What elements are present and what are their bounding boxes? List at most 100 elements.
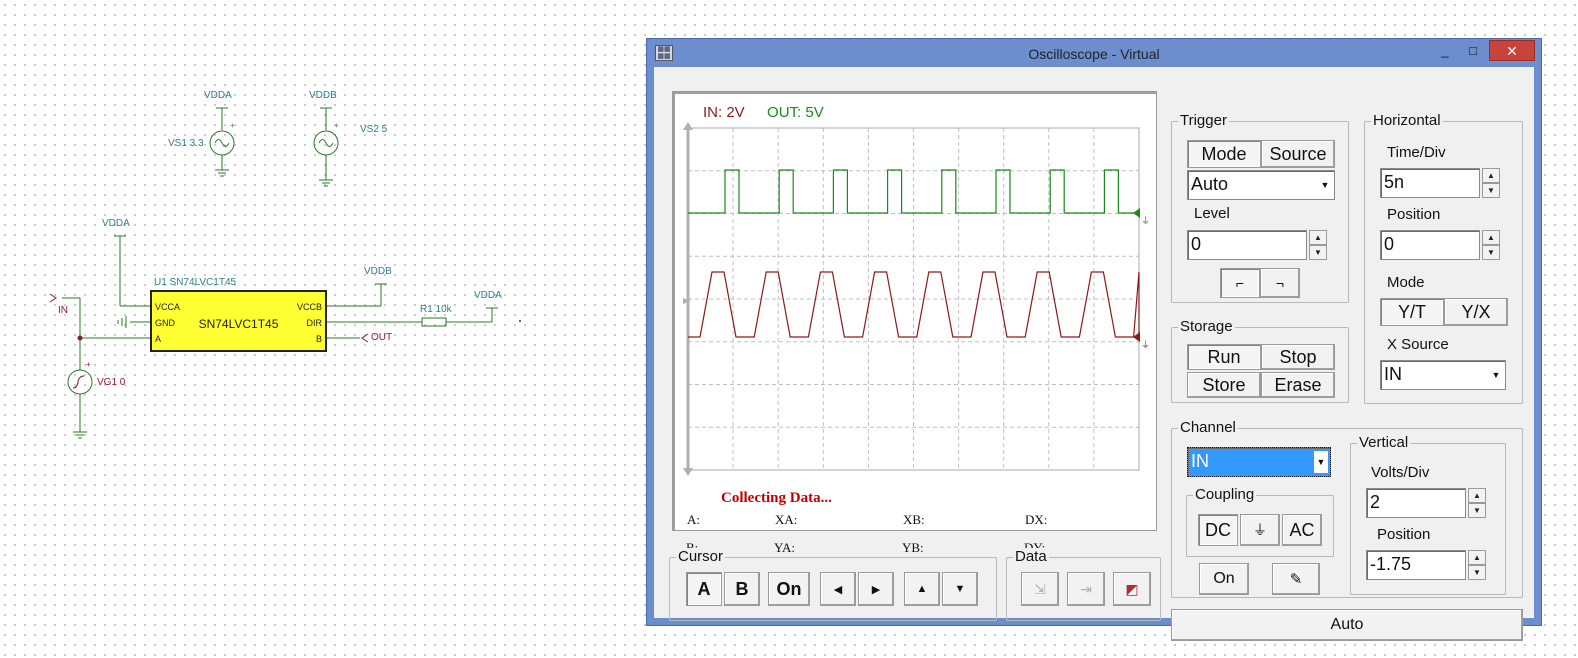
probe-button[interactable]: ✎: [1272, 563, 1320, 595]
close-button[interactable]: ✕: [1489, 40, 1535, 61]
channel-group: Channel IN ▼ Coupling DC ⏚ AC On ✎ Verti…: [1171, 419, 1523, 598]
volts-div-input[interactable]: 2: [1366, 488, 1466, 518]
scope-display[interactable]: IN: 2V OUT: 5V ⏚ ⏚ Collecting Data... A:…: [672, 91, 1157, 531]
v-position-input[interactable]: -1.75: [1366, 550, 1466, 580]
maximize-button[interactable]: □: [1463, 41, 1483, 61]
cursor-up-button[interactable]: ▲: [904, 572, 940, 606]
title-bar[interactable]: ▦▦ ▦▦ Oscilloscope - Virtual _ □ ✕: [647, 39, 1541, 67]
readout-dx: DX:: [1025, 512, 1048, 527]
storage-stop-button[interactable]: Stop: [1261, 344, 1335, 370]
scope-plot: ⏚ ⏚: [683, 122, 1150, 476]
h-mode-label: Mode: [1387, 274, 1425, 291]
v-position-label: Position: [1377, 526, 1431, 543]
storage-store-button[interactable]: Store: [1187, 372, 1261, 398]
cursor-left-button[interactable]: ◀: [820, 572, 856, 606]
trigger-mode-button[interactable]: Mode: [1187, 140, 1261, 168]
vs1-label: VS1 3.3: [168, 138, 204, 149]
xsource-select[interactable]: IN ▼: [1380, 360, 1506, 390]
xsource-value: IN: [1384, 364, 1402, 384]
data-plot-button[interactable]: ◩: [1113, 572, 1151, 606]
volts-div-label: Volts/Div: [1371, 464, 1430, 481]
mode-yx-button[interactable]: Y/X: [1444, 298, 1508, 326]
readout-a: A:: [687, 512, 700, 527]
arrow-down-bar-icon: ▼: [954, 583, 966, 595]
trigger-group: Trigger Mode Source Auto ▼ Level 0 ▲ ▼ ⌐…: [1171, 112, 1349, 303]
cursor-a-button[interactable]: A: [686, 572, 722, 606]
coupling-group: Coupling DC ⏚ AC: [1186, 486, 1334, 557]
cursor-b-button[interactable]: B: [724, 572, 760, 606]
vs1-polarity: +: [230, 121, 235, 130]
oscilloscope-window[interactable]: ▦▦ ▦▦ Oscilloscope - Virtual _ □ ✕ IN: 2V…: [646, 38, 1542, 641]
probe-icon: ✎: [1289, 571, 1303, 588]
vertical-group-label: Vertical: [1357, 434, 1411, 451]
trigger-rising-button[interactable]: ⌐: [1220, 268, 1260, 298]
readout-xb: XB:: [903, 512, 925, 527]
export-icon: ⇥: [1080, 580, 1092, 597]
minimize-button[interactable]: _: [1435, 41, 1455, 61]
vdda-right-net-label: VDDA: [474, 290, 502, 301]
trigger-level-down[interactable]: ▼: [1309, 245, 1327, 260]
coupling-gnd-button[interactable]: ⏚: [1240, 514, 1280, 546]
storage-erase-button[interactable]: Erase: [1261, 372, 1335, 398]
in-port-label: IN: [58, 305, 68, 316]
trigger-falling-button[interactable]: ¬: [1260, 268, 1300, 298]
arrow-up-bar-icon: ▲: [916, 583, 928, 595]
rising-edge-icon: ⌐: [1235, 275, 1245, 291]
coupling-dc-button[interactable]: DC: [1198, 514, 1238, 546]
data-group: Data ⇲ ⇥ ◩: [1006, 548, 1161, 621]
trigger-level-up[interactable]: ▲: [1309, 230, 1327, 245]
trigger-level-label: Level: [1194, 205, 1230, 222]
vs2-net-label: VDDB: [309, 90, 337, 101]
v-position-up[interactable]: ▲: [1468, 550, 1486, 565]
volts-div-up[interactable]: ▲: [1468, 488, 1486, 503]
status-text: Collecting Data...: [721, 490, 832, 506]
trigger-source-button[interactable]: Source: [1261, 140, 1335, 168]
resistor-label: R1 10k: [420, 304, 452, 315]
out-ground-icon: ⏚: [1141, 216, 1150, 226]
window-title: Oscilloscope - Virtual: [1028, 46, 1160, 62]
cursor-group: Cursor A B On ◀ ▶ ▲ ▼: [669, 548, 997, 621]
v-position-down[interactable]: ▼: [1468, 565, 1486, 580]
out-port-label: OUT: [371, 332, 393, 343]
channel-on-button[interactable]: On: [1199, 563, 1249, 595]
data-import-button[interactable]: ⇲: [1021, 572, 1059, 606]
vs1-net-label: VDDA: [204, 90, 232, 101]
vertical-group: Vertical Volts/Div 2 ▲ ▼ Position -1.75 …: [1350, 434, 1506, 595]
in-ground-icon: ⏚: [1141, 340, 1150, 350]
trigger-mode-select[interactable]: Auto ▼: [1187, 170, 1335, 200]
cursor-down-button[interactable]: ▼: [942, 572, 978, 606]
ic-sn74lvc1t45[interactable]: VCCA GND A VCCB DIR B SN74LVC1T45: [150, 290, 327, 352]
pin-vcca: VCCA: [155, 302, 181, 312]
cursor-group-label: Cursor: [676, 548, 726, 565]
h-position-down[interactable]: ▼: [1482, 245, 1500, 260]
h-position-up[interactable]: ▲: [1482, 230, 1500, 245]
mode-yt-button[interactable]: Y/T: [1380, 298, 1444, 326]
auto-button[interactable]: Auto: [1171, 609, 1523, 641]
vs2-label: VS2 5: [360, 124, 388, 135]
storage-group-label: Storage: [1178, 318, 1235, 335]
time-div-up[interactable]: ▲: [1482, 168, 1500, 183]
time-div-input[interactable]: 5n: [1380, 168, 1480, 198]
trigger-level-input[interactable]: 0: [1187, 230, 1307, 260]
coupling-ac-button[interactable]: AC: [1282, 514, 1322, 546]
cursor-on-button[interactable]: On: [768, 572, 810, 606]
axis-bottom-arrow: [683, 468, 693, 476]
channel-group-label: Channel: [1178, 419, 1238, 436]
dropdown-arrow-icon: ▼: [1320, 180, 1330, 190]
channel-select[interactable]: IN ▼: [1187, 447, 1331, 477]
volts-div-down[interactable]: ▼: [1468, 503, 1486, 518]
data-group-label: Data: [1013, 548, 1049, 565]
xsource-label: X Source: [1387, 336, 1449, 353]
h-position-input[interactable]: 0: [1380, 230, 1480, 260]
vddb-net-label: VDDB: [364, 266, 392, 277]
storage-run-button[interactable]: Run: [1187, 344, 1261, 370]
data-export-button[interactable]: ⇥: [1067, 572, 1105, 606]
window-client-area: IN: 2V OUT: 5V ⏚ ⏚ Collecting Data... A:…: [654, 67, 1534, 641]
time-div-down[interactable]: ▼: [1482, 183, 1500, 198]
storage-group: Storage Run Stop Store Erase: [1171, 318, 1349, 403]
out-channel-marker: [1133, 208, 1140, 218]
cursor-right-button[interactable]: ▶: [858, 572, 894, 606]
arrow-right-icon: ▶: [871, 583, 881, 596]
horizontal-group-label: Horizontal: [1371, 112, 1443, 129]
readout-ya: YA:: [774, 540, 795, 555]
